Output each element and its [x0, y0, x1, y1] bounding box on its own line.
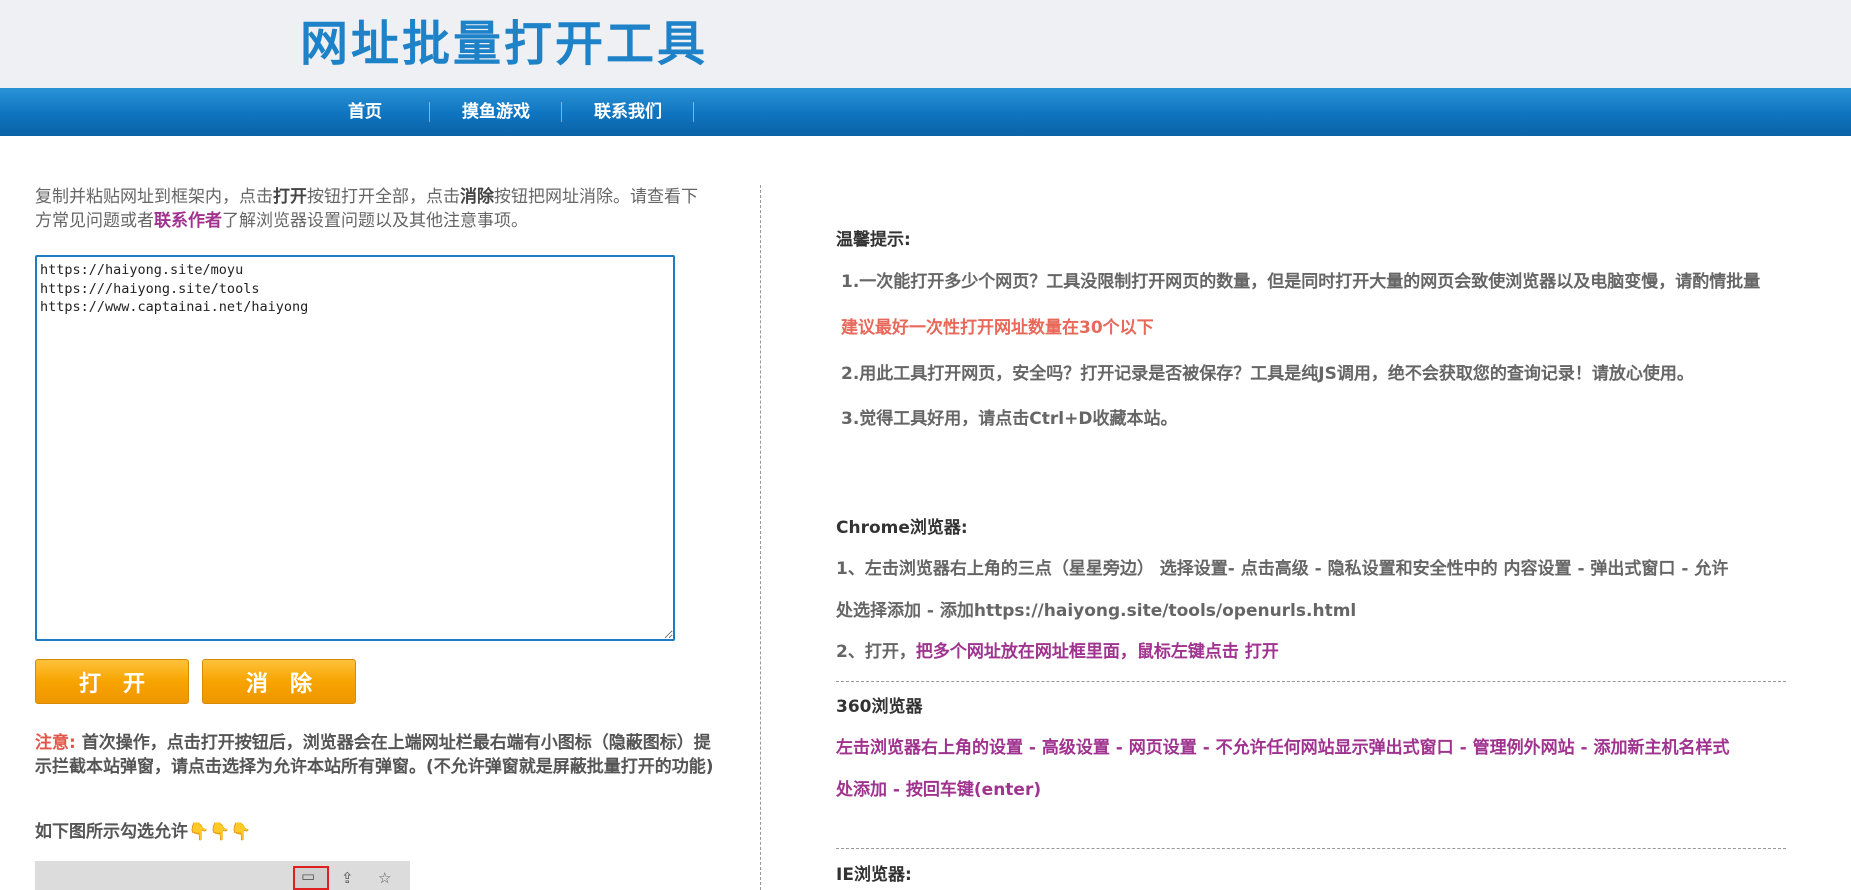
- browser-360-step-b: 处添加 - 按回车键(enter): [836, 780, 1042, 800]
- site-title: 网址批量打开工具: [300, 16, 709, 72]
- intro-clear-word: 消除: [460, 187, 494, 207]
- chrome-step-2: 2、打开，把多个网址放在网址框里面，鼠标左键点击 打开: [836, 642, 1279, 662]
- nav-item-home[interactable]: 首页: [300, 88, 430, 136]
- browser-360-title: 360浏览器: [836, 697, 923, 717]
- intro-open-word: 打开: [273, 187, 307, 207]
- column-divider: [760, 185, 761, 890]
- star-icon: ☆: [378, 869, 392, 887]
- chrome-step-1a: 1、左击浏览器右上角的三点（星星旁边） 选择设置- 点击高级 - 隐私设置和安全…: [836, 559, 1729, 579]
- share-icon: ⇪: [341, 869, 354, 887]
- ie-title: IE浏览器:: [836, 865, 912, 885]
- intro-text: 复制并粘贴网址到框架内，点击打开按钮打开全部，点击消除按钮把网址消除。请查看下方…: [35, 187, 698, 231]
- open-button[interactable]: 打开: [35, 659, 189, 704]
- hint-text: 如下图所示勾选允许👇👇👇: [35, 822, 252, 842]
- url-textarea[interactable]: [35, 255, 675, 641]
- tip-1-warning: 建议最好一次性打开网址数量在30个以下: [841, 318, 1154, 338]
- window-icon: ▭: [301, 867, 316, 885]
- pointing-down-hand-icon: 👇👇👇: [188, 822, 252, 842]
- notice-text: 注意: 首次操作，点击打开按钮后，浏览器会在上端网址栏最右端有小图标（隐蔽图标）…: [35, 733, 714, 777]
- tip-3: 3.觉得工具好用，请点击Ctrl+D收藏本站。: [841, 409, 1178, 429]
- tip-1: 1.一次能打开多少个网页？工具没限制打开网页的数量，但是同时打开大量的网页会致使…: [841, 272, 1761, 292]
- nav-bar: 首页 摸鱼游戏 联系我们: [0, 88, 1851, 136]
- tip-2: 2.用此工具打开网页，安全吗？打开记录是否被保存？工具是纯JS调用，绝不会获取您…: [841, 364, 1694, 384]
- site-header: 网址批量打开工具: [0, 0, 1851, 89]
- contact-author-link[interactable]: 联系作者: [154, 211, 222, 231]
- clear-button[interactable]: 消除: [202, 659, 356, 704]
- nav-item-contact[interactable]: 联系我们: [562, 88, 694, 136]
- browser-toolbar-screenshot: ▭ ⇪ ☆: [35, 861, 410, 890]
- browser-360-step-a: 左击浏览器右上角的设置 - 高级设置 - 网页设置 - 不允许任何网站显示弹出式…: [836, 738, 1730, 758]
- notice-label: 注意:: [35, 733, 76, 753]
- chrome-step-1b: 处选择添加 - 添加https://haiyong.site/tools/ope…: [836, 601, 1357, 621]
- nav-item-fish-games[interactable]: 摸鱼游戏: [430, 88, 562, 136]
- chrome-title: Chrome浏览器:: [836, 518, 968, 538]
- divider: [836, 848, 1786, 849]
- tips-title: 温馨提示:: [836, 230, 911, 250]
- divider: [836, 681, 1786, 682]
